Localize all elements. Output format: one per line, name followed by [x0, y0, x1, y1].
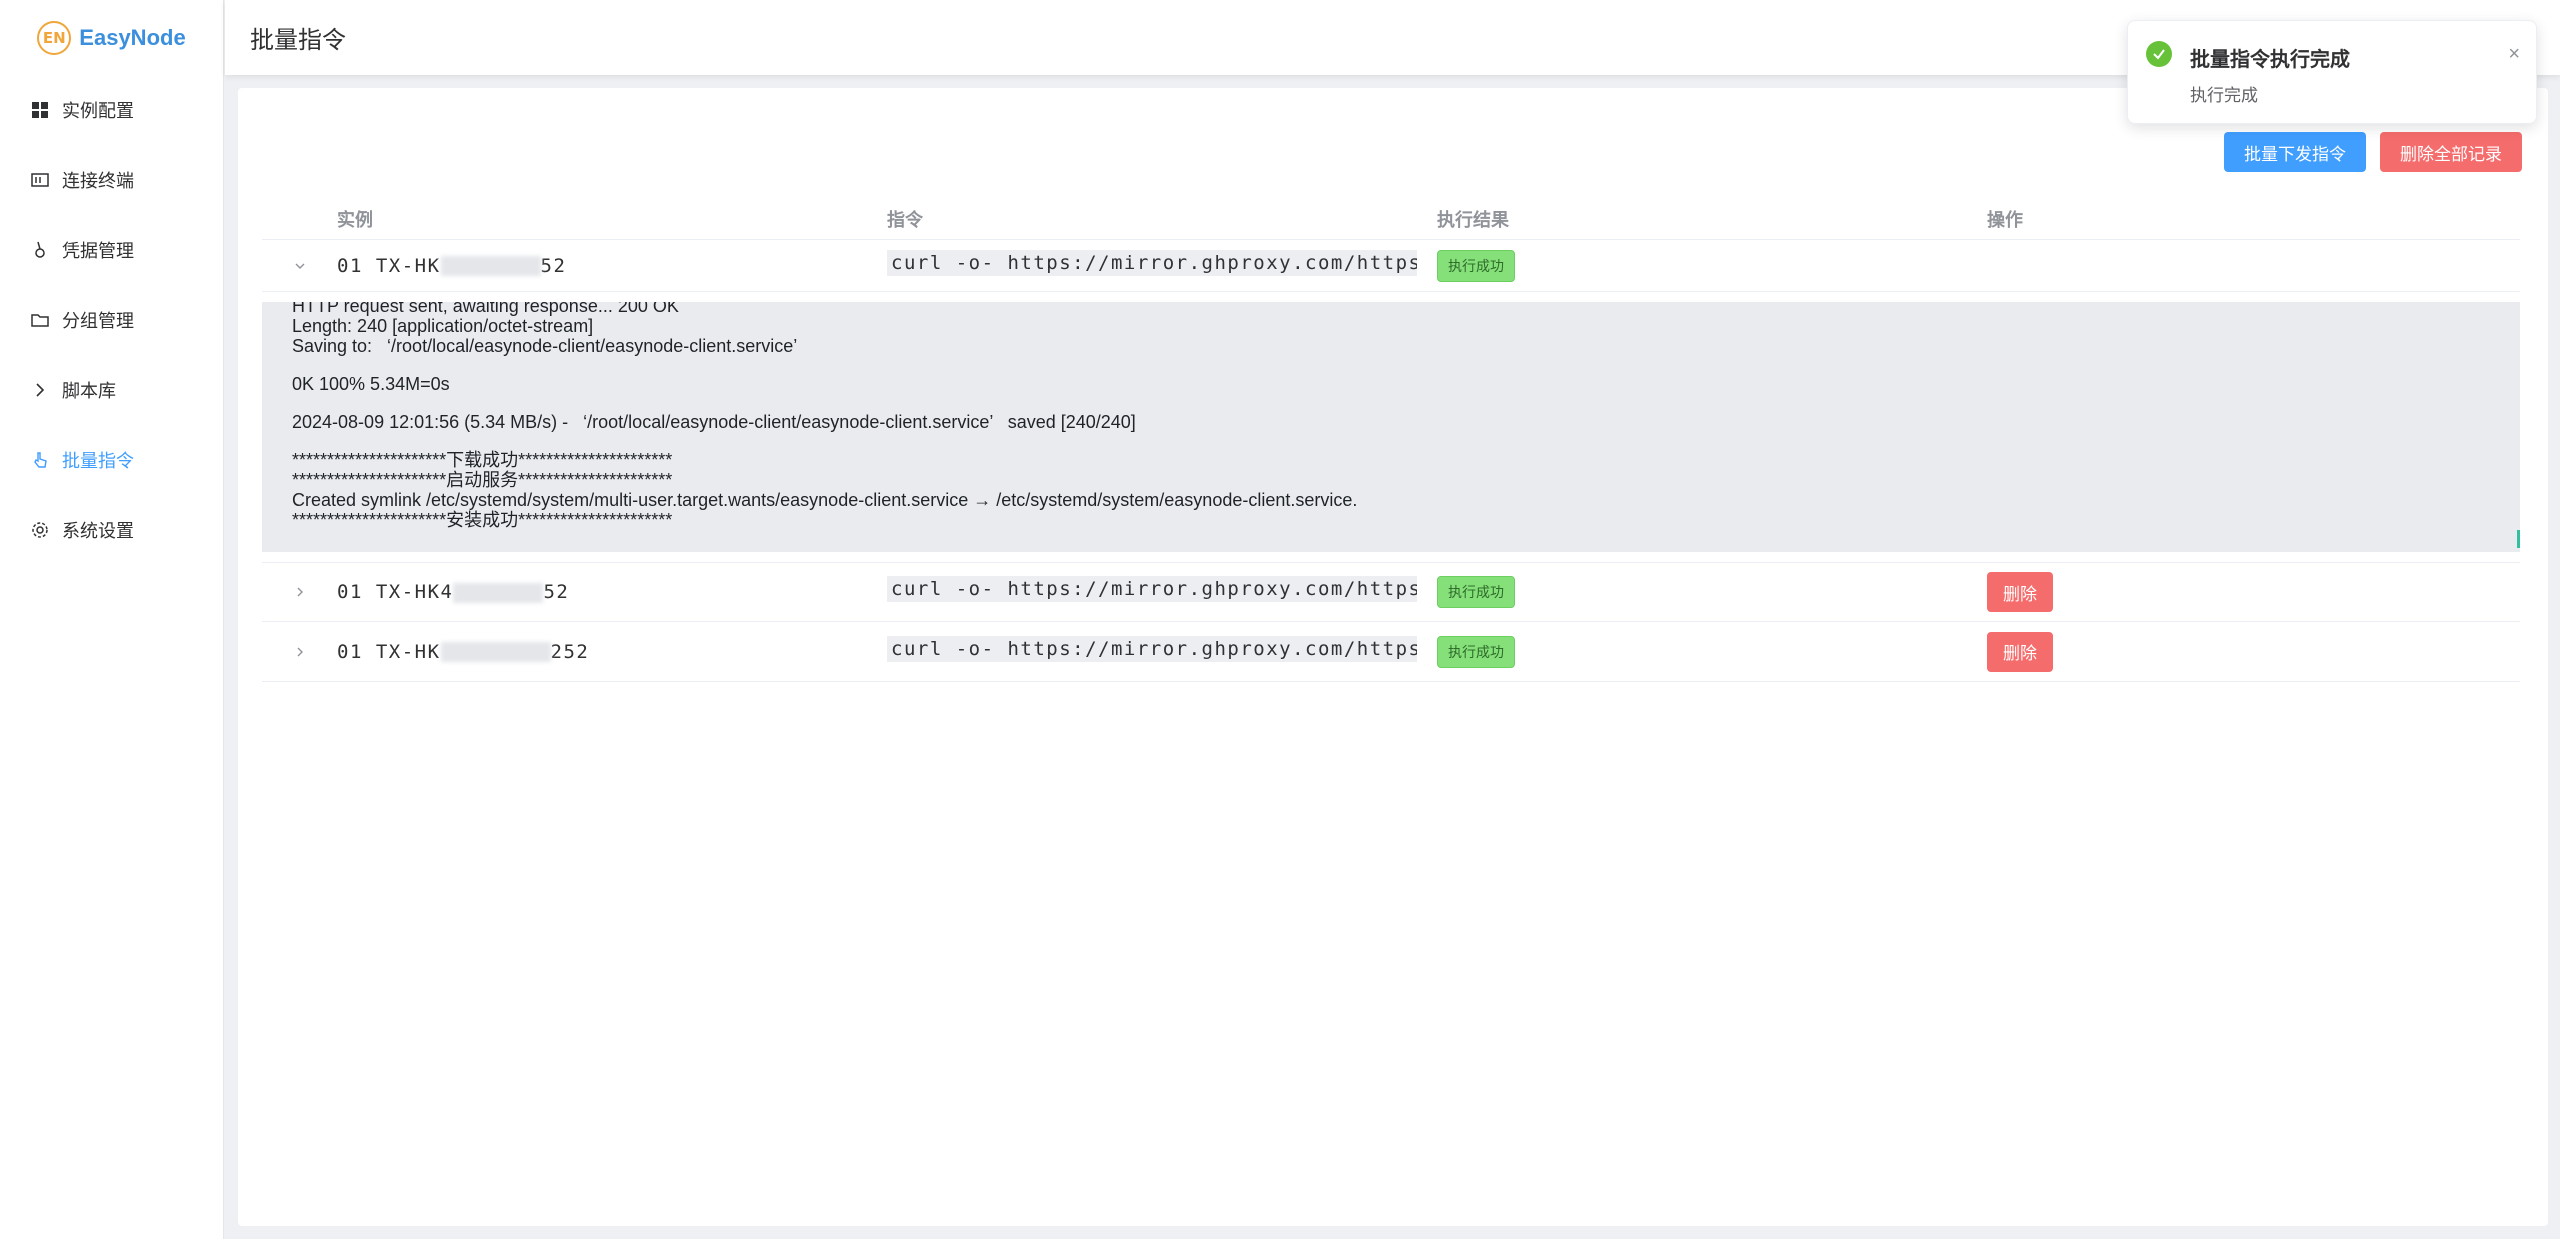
status-badge: 执行成功 [1437, 635, 1515, 668]
redacted-block [453, 582, 544, 603]
instance-name-suffix: 52 [543, 581, 570, 603]
redacted-block [440, 256, 541, 276]
sidebar-item-settings[interactable]: 系统设置 [0, 495, 223, 565]
instance-name: 01 TX-HK4 [337, 581, 454, 603]
sidebar-menu: 实例配置 连接终端 凭据管理 分组管理 脚本库 批量指令 系统设置 [0, 75, 223, 565]
grid-icon [30, 100, 50, 120]
output-line: Created symlink /etc/systemd/system/mult… [292, 490, 1358, 510]
logo[interactable]: EN EasyNode [0, 0, 223, 75]
output-line: 0K 100% 5.34M=0s [292, 374, 450, 394]
sidebar-item-label: 系统设置 [62, 521, 134, 541]
sidebar-item-instances[interactable]: 实例配置 [0, 75, 223, 145]
status-badge: 执行成功 [1437, 576, 1515, 608]
sidebar-item-scripts[interactable]: 脚本库 [0, 355, 223, 425]
result-cell: 执行成功 [1437, 249, 1987, 282]
result-cell: 执行成功 [1437, 576, 1987, 608]
instance-name: 01 TX-HK [337, 640, 441, 663]
delete-button[interactable]: 删除 [1987, 572, 2053, 612]
sidebar-item-credentials[interactable]: 凭据管理 [0, 215, 223, 285]
logo-icon: EN [37, 20, 72, 55]
expand-toggle[interactable] [262, 585, 337, 599]
output-line: Length: 240 [application/octet-stream] [292, 316, 594, 336]
instance-cell: 01 TX-HK4 52 [337, 581, 887, 603]
app-name: EasyNode [79, 24, 186, 50]
batch-send-button[interactable]: 批量下发指令 [2224, 132, 2366, 172]
chevron-right-icon [297, 647, 303, 656]
instance-name: 01 TX-HK [337, 254, 441, 277]
output-line: Saving to: ‘/root/local/easynode-client/… [292, 336, 798, 356]
header-command: 指令 [887, 209, 923, 230]
close-icon[interactable]: × [2508, 43, 2520, 66]
output-line: **********************下载成功**************… [292, 450, 673, 470]
header-result: 执行结果 [1437, 209, 1509, 230]
output-line: **********************启动服务**************… [292, 470, 673, 490]
sidebar-item-label: 脚本库 [62, 381, 116, 401]
success-check-icon [2146, 41, 2172, 67]
key-icon [30, 240, 50, 260]
chevron-down-icon [295, 263, 304, 269]
output-line: **********************安装成功**************… [292, 510, 673, 530]
instance-name-suffix: 52 [540, 254, 567, 277]
notification: 批量指令执行完成 执行完成 × [2127, 20, 2537, 124]
notification-message: 执行完成 [2190, 86, 2258, 105]
table-row: 01 TX-HK4 52 curl -o- https://mirror.ghpr… [262, 562, 2520, 622]
sidebar-item-label: 批量指令 [62, 451, 134, 471]
sidebar-item-label: 连接终端 [62, 171, 134, 191]
chevron-right-icon [297, 587, 303, 597]
collapse-toggle[interactable] [262, 259, 337, 273]
command-table: 实例 指令 执行结果 操作 01 TX-HK 52 curl -o- https:… [262, 198, 2520, 682]
header-operation: 操作 [1987, 209, 2023, 230]
result-cell: 执行成功 [1437, 635, 1987, 668]
scrollbar-thumb[interactable] [2517, 530, 2520, 548]
instance-name-suffix: 252 [550, 640, 590, 663]
sidebar-item-label: 分组管理 [62, 311, 134, 331]
instance-cell: 01 TX-HK 52 [337, 255, 887, 277]
instance-cell: 01 TX-HK 252 [337, 641, 887, 663]
operation-cell: 删除 [1987, 572, 2520, 612]
sidebar: EN EasyNode 实例配置 连接终端 凭据管理 分组管理 脚本库 批量指令… [0, 0, 224, 1239]
command-text: curl -o- https://mirror.ghproxy.com/http… [887, 576, 1417, 602]
output-line: 2024-08-09 12:01:56 (5.34 MB/s) - ‘/root… [292, 412, 1136, 432]
table-header: 实例 指令 执行结果 操作 [262, 198, 2520, 240]
sidebar-item-label: 实例配置 [62, 101, 134, 121]
output-line: HTTP request sent, awaiting response... … [292, 302, 679, 316]
main-card: 批量下发指令 删除全部记录 实例 指令 执行结果 操作 01 TX-HK 52 c… [238, 88, 2548, 1226]
table-row: 01 TX-HK 52 curl -o- https://mirror.ghpro… [262, 240, 2520, 292]
command-cell: curl -o- https://mirror.ghproxy.com/http… [887, 635, 1437, 668]
table-row: 01 TX-HK 252 curl -o- https://mirror.ghpr… [262, 622, 2520, 682]
chevron-right-icon [30, 380, 50, 400]
command-cell: curl -o- https://mirror.ghproxy.com/http… [887, 249, 1437, 282]
sidebar-item-terminal[interactable]: 连接终端 [0, 145, 223, 215]
redacted-block [440, 642, 551, 662]
delete-all-button[interactable]: 删除全部记录 [2380, 132, 2522, 172]
operation-cell: 删除 [1987, 631, 2520, 672]
pointer-icon [30, 450, 50, 470]
sidebar-item-label: 凭据管理 [62, 241, 134, 261]
command-cell: curl -o- https://mirror.ghproxy.com/http… [887, 576, 1437, 608]
sidebar-item-groups[interactable]: 分组管理 [0, 285, 223, 355]
toolbar: 批量下发指令 删除全部记录 [2224, 132, 2522, 172]
page-title: 批量指令 [250, 27, 346, 54]
command-text: curl -o- https://mirror.ghproxy.com/http… [887, 635, 1417, 662]
terminal-icon [30, 170, 50, 190]
expand-toggle[interactable] [262, 645, 337, 659]
command-text: curl -o- https://mirror.ghproxy.com/http… [887, 249, 1417, 276]
notification-title: 批量指令执行完成 [2190, 49, 2350, 71]
folder-icon [30, 310, 50, 330]
status-badge: 执行成功 [1437, 249, 1515, 282]
gear-icon [30, 520, 50, 540]
output-panel: HTTP request sent, awaiting response... … [262, 302, 2520, 552]
sidebar-item-batch-command[interactable]: 批量指令 [0, 425, 223, 495]
header-instance: 实例 [337, 209, 373, 230]
delete-button[interactable]: 删除 [1987, 631, 2053, 672]
